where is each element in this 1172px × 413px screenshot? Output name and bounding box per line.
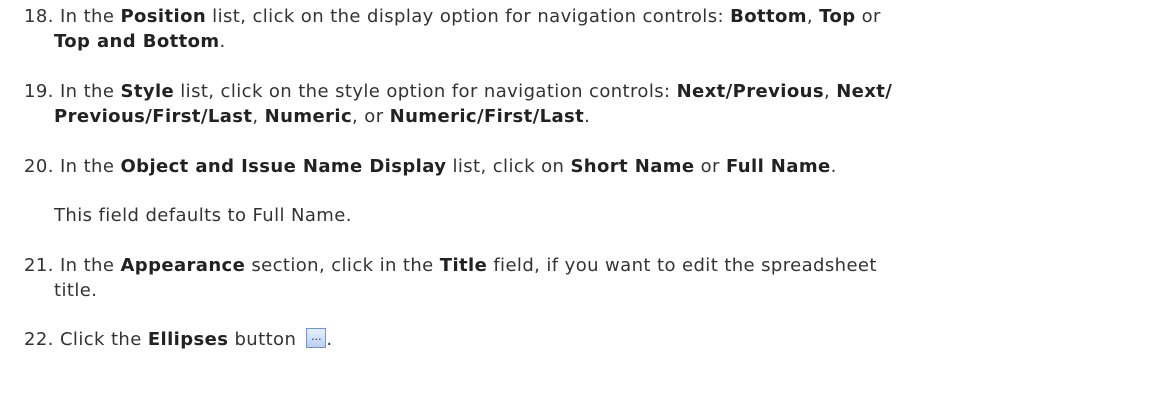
ui-term-next-previous: Next/Previous xyxy=(676,81,824,102)
ui-term-object-and-issue-name-display: Object and Issue Name Display xyxy=(120,156,447,177)
ui-term-short-name: Short Name xyxy=(570,156,695,177)
ui-term-numeric-first-last: Numeric/First/Last xyxy=(389,106,585,127)
step-18-line-2: Top and Bottom. xyxy=(54,30,226,54)
ui-term-next-previous-first-last-part1: Next/ xyxy=(836,81,893,102)
ui-term-ellipses: Ellipses xyxy=(147,329,229,350)
ui-term-appearance: Appearance xyxy=(120,255,246,276)
step-text: . xyxy=(326,329,333,350)
step-text: or xyxy=(694,156,726,177)
step-18-line-1: 18. In the Position list, click on the d… xyxy=(24,5,881,29)
step-19-line-2: Previous/First/Last, Numeric, or Numeric… xyxy=(54,105,590,129)
step-text: . xyxy=(830,156,837,177)
step-text: field, if you want to edit the spreadshe… xyxy=(487,255,877,276)
step-text: , or xyxy=(352,106,390,127)
step-text: . xyxy=(584,106,591,127)
step-text: Click the xyxy=(53,329,148,350)
step-20-note: This field defaults to Full Name. xyxy=(54,205,352,226)
ui-term-style: Style xyxy=(120,81,175,102)
ui-term-next-previous-first-last-part2: Previous/First/Last xyxy=(54,106,253,127)
step-text: list, click on xyxy=(446,156,571,177)
step-text: list, click on the display option for na… xyxy=(206,6,731,27)
step-number: 18. xyxy=(24,6,54,27)
step-20-line-1: 20. In the Object and Issue Name Display… xyxy=(24,155,837,179)
step-22-line-1: 22. Click the Ellipses button .... xyxy=(24,328,333,352)
step-number: 19. xyxy=(24,81,54,102)
ui-term-bottom: Bottom xyxy=(730,6,807,27)
step-text: or xyxy=(855,6,881,27)
step-text: . xyxy=(219,31,226,52)
step-number: 20. xyxy=(24,156,54,177)
step-number: 22. xyxy=(24,329,54,350)
ui-term-top: Top xyxy=(819,6,856,27)
step-number: 21. xyxy=(24,255,54,276)
ui-term-full-name: Full Name xyxy=(725,156,831,177)
instruction-steps: 18. In the Position list, click on the d… xyxy=(0,0,1172,413)
ui-term-position: Position xyxy=(120,6,207,27)
ellipsis-button-label: ... xyxy=(311,330,322,343)
ui-term-top-and-bottom: Top and Bottom xyxy=(54,31,220,52)
step-text: button xyxy=(228,329,303,350)
step-19-line-1: 19. In the Style list, click on the styl… xyxy=(24,80,892,104)
step-text: In the xyxy=(53,156,121,177)
step-text: list, click on the style option for navi… xyxy=(174,81,677,102)
step-text: In the xyxy=(53,255,121,276)
step-text: In the xyxy=(53,6,121,27)
step-text: section, click in the xyxy=(245,255,440,276)
ui-term-title: Title xyxy=(439,255,488,276)
step-text: , xyxy=(823,81,837,102)
step-text: , xyxy=(252,106,265,127)
ui-term-numeric: Numeric xyxy=(264,106,353,127)
step-21-line-2: title. xyxy=(54,280,98,301)
step-21-line-1: 21. In the Appearance section, click in … xyxy=(24,254,877,278)
step-text: , xyxy=(806,6,820,27)
ellipsis-button-icon: ... xyxy=(306,328,327,348)
step-text: In the xyxy=(53,81,121,102)
